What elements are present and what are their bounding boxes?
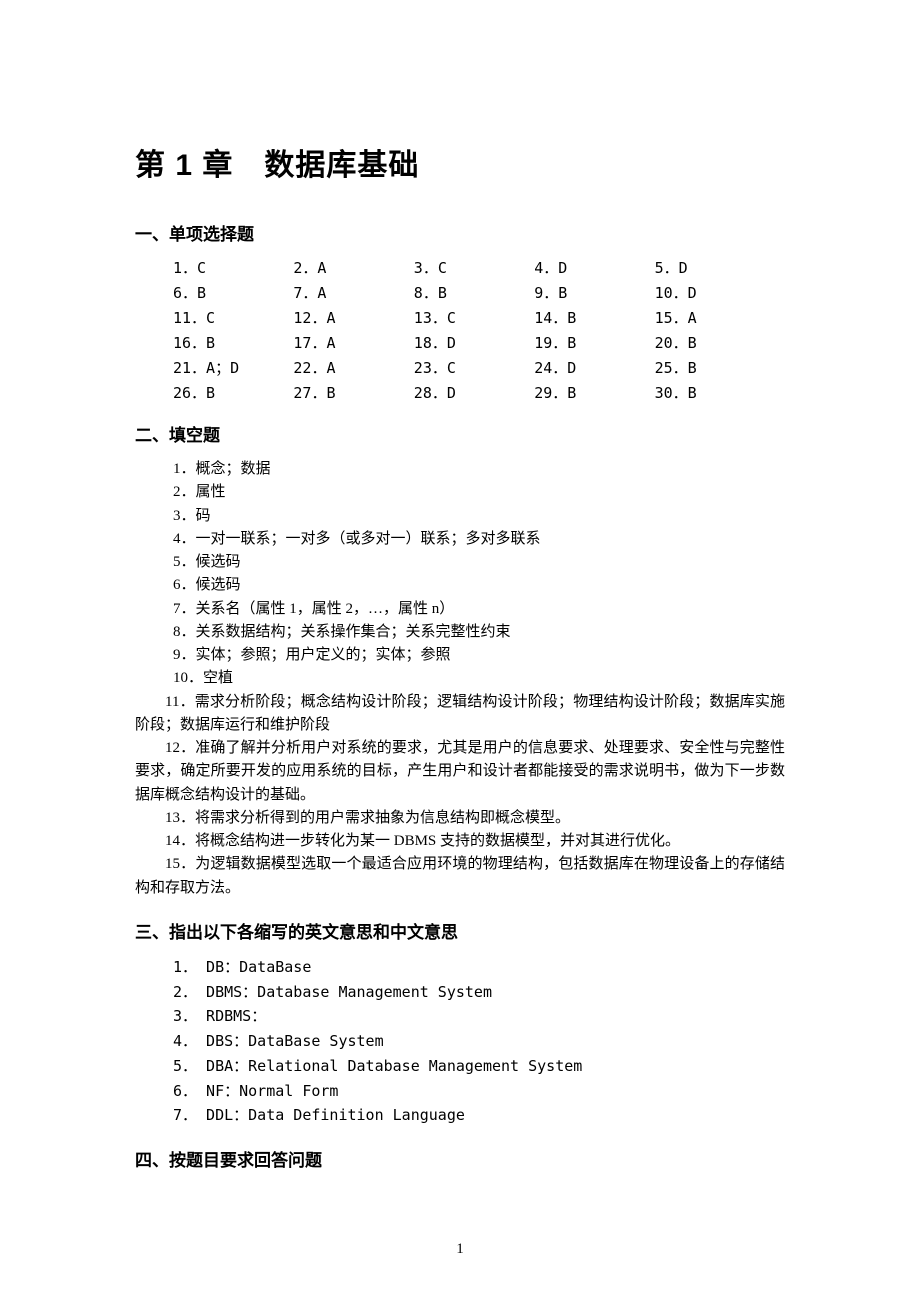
answer-cell: 26．B	[173, 382, 293, 403]
abbr-item: 7． DDL：Data Definition Language	[173, 1103, 785, 1128]
abbr-item: 3． RDBMS：	[173, 1004, 785, 1029]
fill-item: 2．属性	[173, 481, 785, 504]
answer-cell: 8．B	[414, 282, 534, 303]
abbr-item: 6． NF：Normal Form	[173, 1079, 785, 1104]
answer-cell: 13．C	[414, 307, 534, 328]
answer-cell: 3．C	[414, 257, 534, 278]
abbr-item: 2． DBMS：Database Management System	[173, 980, 785, 1005]
answer-cell: 19．B	[534, 332, 654, 353]
answer-cell: 23．C	[414, 357, 534, 378]
answer-cell: 16．B	[173, 332, 293, 353]
answer-cell: 10．D	[655, 282, 775, 303]
fill-paragraph: 13．将需求分析得到的用户需求抽象为信息结构即概念模型。	[135, 807, 785, 830]
fill-item: 7．关系名（属性 1，属性 2，…，属性 n）	[173, 598, 785, 621]
fill-item: 3．码	[173, 505, 785, 528]
section-2-title: 二、填空题	[135, 421, 785, 446]
answer-cell: 1．C	[173, 257, 293, 278]
answer-cell: 24．D	[534, 357, 654, 378]
abbr-list: 1． DB：DataBase 2． DBMS：Database Manageme…	[135, 955, 785, 1128]
answer-cell: 4．D	[534, 257, 654, 278]
answer-cell: 17．A	[293, 332, 413, 353]
fill-paragraph: 15．为逻辑数据模型选取一个最适合应用环境的物理结构，包括数据库在物理设备上的存…	[135, 853, 785, 900]
answer-cell: 9．B	[534, 282, 654, 303]
abbr-item: 1． DB：DataBase	[173, 955, 785, 980]
answer-grid: 1．C 2．A 3．C 4．D 5．D 6．B 7．A 8．B 9．B 10．D…	[135, 257, 785, 403]
section-4-title: 四、按题目要求回答问题	[135, 1146, 785, 1171]
fill-paragraph: 14．将概念结构进一步转化为某一 DBMS 支持的数据模型，并对其进行优化。	[135, 830, 785, 853]
fill-item: 8．关系数据结构；关系操作集合；关系完整性约束	[173, 621, 785, 644]
answer-cell: 20．B	[655, 332, 775, 353]
fill-item: 4．一对一联系；一对多（或多对一）联系；多对多联系	[173, 528, 785, 551]
answer-cell: 28．D	[414, 382, 534, 403]
fill-item: 1．概念；数据	[173, 458, 785, 481]
abbr-item: 4． DBS：DataBase System	[173, 1029, 785, 1054]
fill-item: 6．候选码	[173, 574, 785, 597]
answer-cell: 14．B	[534, 307, 654, 328]
fill-item: 5．候选码	[173, 551, 785, 574]
answer-cell: 30．B	[655, 382, 775, 403]
section-3-title: 三、指出以下各缩写的英文意思和中文意思	[135, 918, 785, 943]
answer-cell: 15．A	[655, 307, 775, 328]
section-1-title: 一、单项选择题	[135, 220, 785, 245]
chapter-title: 第 1 章 数据库基础	[135, 140, 785, 184]
page-number: 1	[0, 1241, 920, 1258]
fill-list: 1．概念；数据 2．属性 3．码 4．一对一联系；一对多（或多对一）联系；多对多…	[135, 458, 785, 900]
fill-paragraph: 12．准确了解并分析用户对系统的要求，尤其是用户的信息要求、处理要求、安全性与完…	[135, 737, 785, 807]
answer-cell: 11．C	[173, 307, 293, 328]
fill-item: 10．空植	[173, 667, 785, 690]
answer-cell: 7．A	[293, 282, 413, 303]
answer-cell: 27．B	[293, 382, 413, 403]
answer-cell: 21．A；D	[173, 357, 293, 378]
answer-cell: 29．B	[534, 382, 654, 403]
answer-cell: 2．A	[293, 257, 413, 278]
answer-cell: 22．A	[293, 357, 413, 378]
fill-paragraph: 11．需求分析阶段；概念结构设计阶段；逻辑结构设计阶段；物理结构设计阶段；数据库…	[135, 691, 785, 738]
abbr-item: 5． DBA：Relational Database Management Sy…	[173, 1054, 785, 1079]
answer-cell: 25．B	[655, 357, 775, 378]
answer-cell: 18．D	[414, 332, 534, 353]
answer-cell: 12．A	[293, 307, 413, 328]
answer-cell: 6．B	[173, 282, 293, 303]
answer-cell: 5．D	[655, 257, 775, 278]
fill-item: 9．实体；参照；用户定义的；实体；参照	[173, 644, 785, 667]
page: 第 1 章 数据库基础 一、单项选择题 1．C 2．A 3．C 4．D 5．D …	[0, 0, 920, 1302]
